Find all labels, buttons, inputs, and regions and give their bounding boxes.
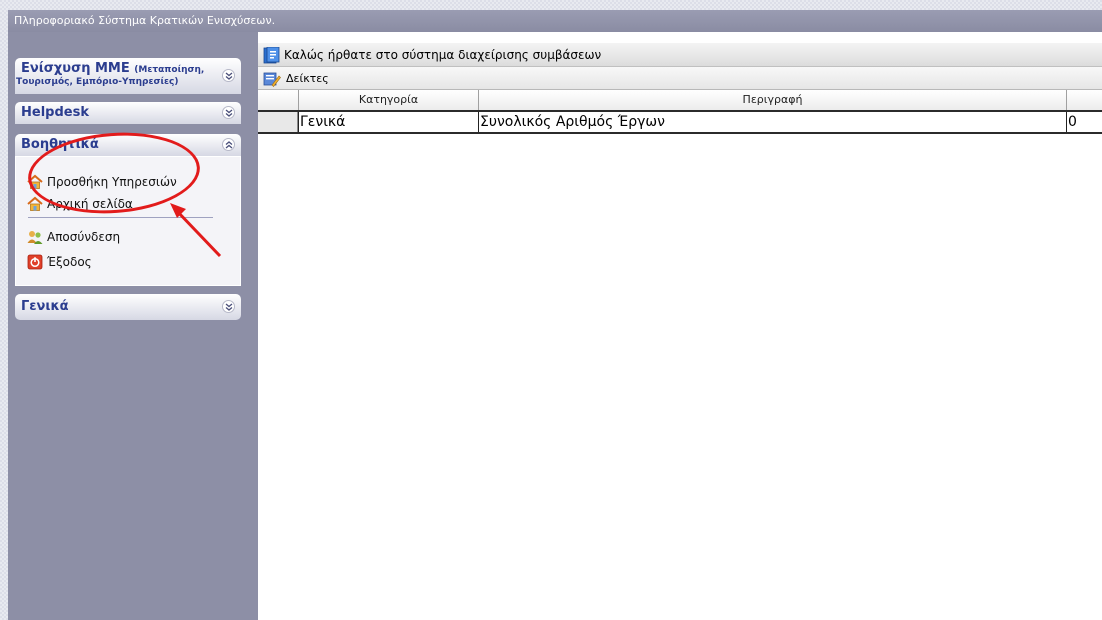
menu-item-label: Αρχική σελίδα (47, 197, 133, 211)
column-header-description[interactable]: Περιγραφή (478, 90, 1066, 110)
cell-description: Συνολικός Αριθμός Έργων (478, 112, 1066, 132)
panel-title: Helpdesk (21, 105, 89, 120)
chevron-double-down-icon[interactable] (222, 69, 235, 82)
panel-title: Ενίσχυση ΜΜΕ (Μεταποίηση, (21, 61, 205, 76)
panel-title: Βοηθητικά (21, 137, 99, 152)
power-exit-icon (27, 254, 43, 270)
panel-title: Γενικά (21, 299, 69, 314)
menu-divider (28, 217, 213, 218)
chevron-double-down-icon[interactable] (222, 300, 235, 313)
menu-item-add-services[interactable]: Προσθήκη Υπηρεσιών (27, 173, 177, 191)
menu-item-label: Αποσύνδεση (47, 230, 121, 244)
sidebar: Ενίσχυση ΜΜΕ (Μεταποίηση, Τουρισμός, Εμπ… (8, 32, 258, 620)
panel-header-helpdesk[interactable]: Helpdesk (15, 102, 241, 124)
toolbar-deiktes-button[interactable]: Δείκτες (286, 67, 329, 90)
menu-item-exit[interactable]: Έξοδος (27, 253, 92, 271)
menu-item-logout[interactable]: Αποσύνδεση (27, 228, 120, 246)
column-header-selector[interactable] (258, 90, 298, 110)
table-row[interactable]: Γενικά Συνολικός Αριθμός Έργων 0 (258, 112, 1102, 134)
panel-header-enisxysi-mme[interactable]: Ενίσχυση ΜΜΕ (Μεταποίηση, Τουρισμός, Εμπ… (15, 58, 241, 94)
home-icon (27, 196, 43, 212)
toolbar: Δείκτες (258, 67, 1102, 90)
chevron-double-up-icon[interactable] (222, 138, 235, 151)
column-header-category[interactable]: Κατηγορία (298, 90, 478, 110)
panel-subtitle: Τουρισμός, Εμπόριο-Υπηρεσίες) (16, 77, 179, 87)
home-icon (27, 174, 43, 190)
panel-header-voithitika[interactable]: Βοηθητικά (15, 134, 241, 156)
welcome-title: Καλώς ήρθατε στο σύστημα διαχείρισης συμ… (284, 48, 602, 62)
panel-header-genika[interactable]: Γενικά (15, 294, 241, 320)
app-window: Πληροφοριακό Σύστημα Κρατικών Ενισχύσεων… (8, 10, 1102, 620)
cell-value: 0 (1066, 112, 1102, 132)
grid-header: Κατηγορία Περιγραφή (258, 90, 1102, 112)
column-header-value[interactable] (1066, 90, 1102, 110)
panel-body-voithitika: Προσθήκη Υπηρεσιών Αρχική σελίδα Αποσύνδ… (15, 156, 241, 286)
main-header: Καλώς ήρθατε στο σύστημα διαχείρισης συμ… (258, 43, 1102, 67)
cell-category: Γενικά (298, 112, 478, 132)
row-selector[interactable] (258, 112, 298, 132)
menu-item-label: Προσθήκη Υπηρεσιών (47, 175, 177, 189)
app-titlebar: Πληροφοριακό Σύστημα Κρατικών Ενισχύσεων… (8, 10, 1102, 32)
chevron-double-down-icon[interactable] (222, 106, 235, 119)
main-content: Καλώς ήρθατε στο σύστημα διαχείρισης συμ… (258, 32, 1102, 620)
users-logout-icon (27, 229, 43, 245)
menu-item-label: Έξοδος (47, 255, 92, 269)
menu-item-home-page[interactable]: Αρχική σελίδα (27, 195, 133, 213)
